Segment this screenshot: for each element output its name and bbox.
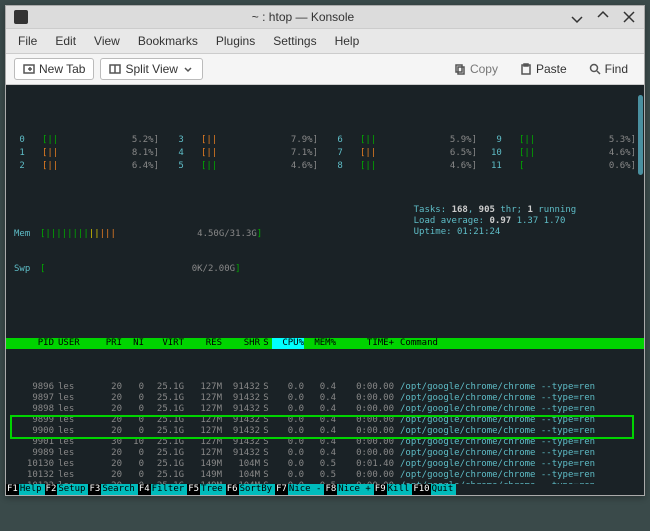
mem-meter: Mem[||||||||||||| 4.50G/31.3G] — [14, 229, 400, 240]
cpu-meter-7: 7[||6.5%] — [332, 148, 477, 159]
table-row[interactable]: 9897les20025.1G127M91432S0.00.40:00.00/o… — [14, 393, 636, 404]
scrollbar[interactable] — [638, 95, 643, 175]
fn-label-F5[interactable]: Tree — [200, 484, 226, 495]
cpu-meter-11: 11[0.6%] — [491, 161, 636, 172]
menu-view[interactable]: View — [94, 34, 120, 48]
fn-key-F2[interactable]: F2 — [45, 484, 58, 495]
table-row[interactable]: 9899les20025.1G127M91432S0.00.40:00.00/o… — [14, 415, 636, 426]
cpu-meter-4: 4[||7.1%] — [173, 148, 318, 159]
menu-edit[interactable]: Edit — [55, 34, 76, 48]
terminal[interactable]: 0[||5.2%] 3[||7.9%] 6[||5.9%] 9[||5.3%] … — [6, 85, 644, 495]
process-list[interactable]: 9896les20025.1G127M91432S0.00.40:00.00/o… — [14, 382, 636, 495]
table-row[interactable]: 9901les301025.1G127M91432S0.00.40:00.00/… — [14, 437, 636, 448]
paste-icon — [520, 63, 532, 75]
app-window: ~ : htop — Konsole File Edit View Bookma… — [5, 5, 645, 496]
copy-icon — [454, 63, 466, 75]
fn-key-F3[interactable]: F3 — [88, 484, 101, 495]
search-icon — [589, 63, 601, 75]
fn-label-F6[interactable]: SortBy — [239, 484, 276, 495]
table-row[interactable]: 9989les20025.1G127M91432S0.00.40:00.00/o… — [14, 448, 636, 459]
menubar: File Edit View Bookmarks Plugins Setting… — [6, 29, 644, 54]
menu-file[interactable]: File — [18, 34, 37, 48]
cpu-meter-8: 8[||4.6%] — [332, 161, 477, 172]
table-row[interactable]: 9900les20025.1G127M91432S0.00.40:00.00/o… — [14, 426, 636, 437]
cpu-meter-2: 2[||6.4%] — [14, 161, 159, 172]
new-tab-icon — [23, 63, 35, 75]
system-stats: Tasks: 168, 905 thr; 1 running Load aver… — [414, 205, 577, 238]
cpu-meter-5: 5[||4.6%] — [173, 161, 318, 172]
uptime-line: Uptime: 01:21:24 — [414, 227, 577, 238]
fn-label-F10[interactable]: Quit — [431, 484, 457, 495]
table-row[interactable]: 10130les20025.1G149M104MS0.00.50:01.40/o… — [14, 459, 636, 470]
cpu-meter-9: 9[||5.3%] — [491, 135, 636, 146]
table-row[interactable]: 9898les20025.1G127M91432S0.00.40:00.00/o… — [14, 404, 636, 415]
konsole-icon — [14, 10, 28, 24]
tasks-line: Tasks: 168, 905 thr; 1 running — [414, 205, 577, 216]
menu-bookmarks[interactable]: Bookmarks — [138, 34, 198, 48]
cpu-meters: 0[||5.2%] 3[||7.9%] 6[||5.9%] 9[||5.3%] … — [14, 135, 636, 172]
function-keys: F1HelpF2SetupF3SearchF4FilterF5TreeF6Sor… — [6, 484, 644, 495]
menu-help[interactable]: Help — [335, 34, 360, 48]
process-header[interactable]: PID USER PRI NI VIRT RES SHR S CPU% MEM%… — [6, 338, 644, 349]
fn-key-F10[interactable]: F10 — [412, 484, 430, 495]
cpu-meter-0: 0[||5.2%] — [14, 135, 159, 146]
fn-label-F9[interactable]: Kill — [387, 484, 413, 495]
fn-label-F2[interactable]: Setup — [57, 484, 88, 495]
find-button[interactable]: Find — [581, 59, 636, 79]
fn-label-F4[interactable]: Filter — [151, 484, 188, 495]
table-row[interactable]: 9896les20025.1G127M91432S0.00.40:00.00/o… — [14, 382, 636, 393]
toolbar: New Tab Split View Copy Paste Find — [6, 54, 644, 85]
minimize-button[interactable] — [570, 10, 584, 24]
fn-key-F6[interactable]: F6 — [226, 484, 239, 495]
fn-label-F1[interactable]: Help — [19, 484, 45, 495]
table-row[interactable]: 10132les20025.1G149M104MS0.00.50:00.00/o… — [14, 470, 636, 481]
fn-key-F9[interactable]: F9 — [374, 484, 387, 495]
copy-button[interactable]: Copy — [446, 59, 506, 79]
fn-label-F8[interactable]: Nice + — [337, 484, 374, 495]
cpu-meter-1: 1[||8.1%] — [14, 148, 159, 159]
titlebar: ~ : htop — Konsole — [6, 6, 644, 29]
cpu-meter-3: 3[||7.9%] — [173, 135, 318, 146]
cpu-meter-6: 6[||5.9%] — [332, 135, 477, 146]
fn-label-F3[interactable]: Search — [101, 484, 138, 495]
maximize-button[interactable] — [596, 10, 610, 24]
cpu-meter-10: 10[||4.6%] — [491, 148, 636, 159]
close-button[interactable] — [622, 10, 636, 24]
paste-button[interactable]: Paste — [512, 59, 575, 79]
swap-meter: Swp[ 0K/2.00G] — [14, 264, 400, 275]
fn-label-F7[interactable]: Nice - — [288, 484, 325, 495]
menu-settings[interactable]: Settings — [273, 34, 316, 48]
chevron-down-icon — [182, 63, 194, 75]
load-line: Load average: 0.97 1.37 1.70 — [414, 216, 577, 227]
fn-key-F4[interactable]: F4 — [138, 484, 151, 495]
split-view-button[interactable]: Split View — [100, 58, 202, 80]
new-tab-button[interactable]: New Tab — [14, 58, 94, 80]
menu-plugins[interactable]: Plugins — [216, 34, 255, 48]
split-view-icon — [109, 63, 121, 75]
fn-key-F5[interactable]: F5 — [187, 484, 200, 495]
window-title: ~ : htop — Konsole — [36, 10, 570, 24]
fn-key-F8[interactable]: F8 — [324, 484, 337, 495]
fn-key-F7[interactable]: F7 — [275, 484, 288, 495]
fn-key-F1[interactable]: F1 — [6, 484, 19, 495]
